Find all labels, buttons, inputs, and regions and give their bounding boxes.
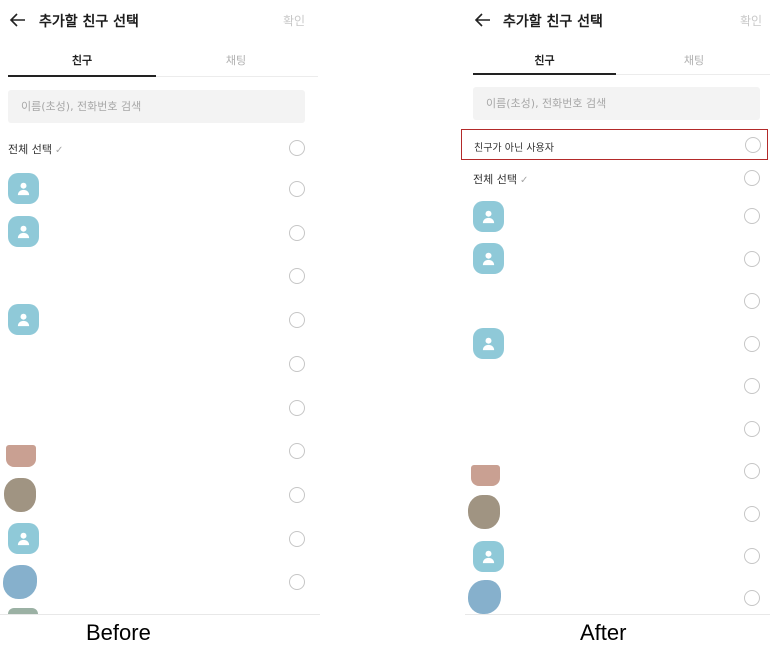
friend-radio[interactable] xyxy=(289,312,305,328)
person-icon xyxy=(17,313,30,327)
person-icon xyxy=(17,532,30,546)
friend-radio[interactable] xyxy=(744,378,760,394)
friend-radio[interactable] xyxy=(744,590,760,606)
select-all-row[interactable]: 전체 선택 ✓ xyxy=(8,141,63,157)
friend-radio[interactable] xyxy=(289,443,305,459)
avatar-photo xyxy=(4,478,36,512)
avatar xyxy=(8,173,39,204)
friend-radio[interactable] xyxy=(289,268,305,284)
friend-radio[interactable] xyxy=(744,506,760,522)
non-friend-user-row[interactable]: 친구가 아닌 사용자 xyxy=(461,129,768,160)
tab-friends[interactable]: 친구 xyxy=(8,52,156,76)
friend-radio[interactable] xyxy=(744,463,760,479)
tab-chats[interactable]: 채팅 xyxy=(620,52,768,76)
search-input[interactable]: 이름(초성), 전화번호 검색 xyxy=(8,90,305,123)
friend-radio[interactable] xyxy=(744,421,760,437)
avatar xyxy=(8,304,39,335)
avatar-photo xyxy=(3,565,37,599)
before-screen: 추가할 친구 선택 확인 친구 채팅 이름(초성), 전화번호 검색 전체 선택… xyxy=(0,0,320,615)
avatar xyxy=(473,201,504,232)
avatar-photo xyxy=(6,445,36,467)
header: 추가할 친구 선택 확인 xyxy=(0,0,320,42)
before-caption: Before xyxy=(86,620,151,645)
select-all-label: 전체 선택 xyxy=(8,143,52,156)
avatar-photo xyxy=(471,465,500,486)
tab-active-indicator xyxy=(473,73,616,75)
avatar-photo xyxy=(468,495,500,529)
friend-radio[interactable] xyxy=(289,356,305,372)
person-icon xyxy=(482,550,495,564)
avatar xyxy=(473,243,504,274)
friend-radio[interactable] xyxy=(744,208,760,224)
avatar xyxy=(473,328,504,359)
check-icon: ✓ xyxy=(54,145,64,156)
select-all-radio[interactable] xyxy=(289,140,305,156)
non-friend-user-label: 친구가 아닌 사용자 xyxy=(474,143,554,154)
page-title: 추가할 친구 선택 xyxy=(39,14,139,30)
friend-radio[interactable] xyxy=(744,548,760,564)
tab-chats[interactable]: 채팅 xyxy=(160,52,312,76)
back-arrow-icon[interactable] xyxy=(8,10,28,30)
person-icon xyxy=(482,337,495,351)
page-title: 추가할 친구 선택 xyxy=(503,14,603,30)
avatar xyxy=(8,216,39,247)
person-icon xyxy=(482,252,495,266)
list-bottom-divider xyxy=(0,614,320,615)
tab-active-indicator xyxy=(8,75,156,77)
friend-radio[interactable] xyxy=(744,336,760,352)
header: 추가할 친구 선택 확인 xyxy=(465,0,770,42)
avatar-photo xyxy=(468,580,501,614)
search-input[interactable]: 이름(초성), 전화번호 검색 xyxy=(473,87,760,120)
friend-radio[interactable] xyxy=(744,251,760,267)
friend-radio[interactable] xyxy=(289,531,305,547)
after-screen: 추가할 친구 선택 확인 친구 채팅 이름(초성), 전화번호 검색 전체 선택… xyxy=(465,0,770,615)
person-icon xyxy=(482,210,495,224)
after-caption: After xyxy=(580,620,627,645)
select-all-radio[interactable] xyxy=(744,170,760,186)
confirm-button[interactable]: 확인 xyxy=(283,12,305,29)
friend-radio[interactable] xyxy=(289,574,305,590)
friend-radio[interactable] xyxy=(289,487,305,503)
select-all-label: 전체 선택 xyxy=(473,173,517,186)
friend-radio[interactable] xyxy=(289,225,305,241)
list-bottom-divider xyxy=(465,614,770,615)
person-icon xyxy=(17,182,30,196)
back-arrow-icon[interactable] xyxy=(473,10,493,30)
confirm-button[interactable]: 확인 xyxy=(740,12,762,29)
avatar xyxy=(473,541,504,572)
friend-radio[interactable] xyxy=(744,293,760,309)
non-friend-user-radio[interactable] xyxy=(745,137,761,153)
check-icon: ✓ xyxy=(519,175,529,186)
friend-radio[interactable] xyxy=(289,400,305,416)
friend-radio[interactable] xyxy=(289,181,305,197)
person-icon xyxy=(17,225,30,239)
avatar xyxy=(8,523,39,554)
select-all-row[interactable]: 전체 선택 ✓ xyxy=(473,171,528,187)
